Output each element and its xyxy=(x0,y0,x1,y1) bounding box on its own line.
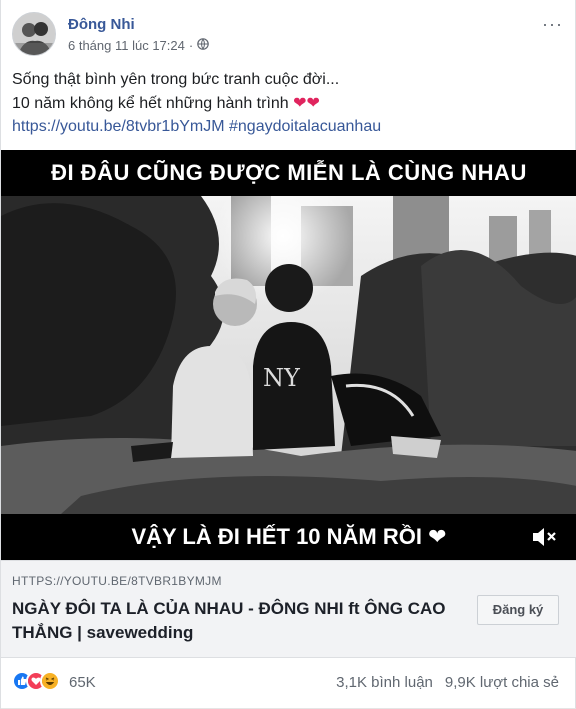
video-player[interactable]: ĐI ĐÂU CŨNG ĐƯỢC MIỄN LÀ CÙNG NHAU NY VẬ… xyxy=(1,150,576,560)
globe-icon xyxy=(197,38,210,53)
meta-separator: · xyxy=(188,38,194,53)
share-count[interactable]: 9,9K lượt chia sẻ xyxy=(445,674,559,691)
post-text-line-2: 10 năm không kể hết những hành trình ❤❤ xyxy=(12,92,562,116)
post-header: Đông Nhi 6 tháng 11 lúc 17:24 · ··· xyxy=(12,10,567,60)
post-text-line-1: Sống thật bình yên trong bức tranh cuộc … xyxy=(12,71,340,88)
reaction-count[interactable]: 65K xyxy=(69,674,96,691)
author-name[interactable]: Đông Nhi xyxy=(68,16,135,33)
link-domain: HTTPS://YOUTU.BE/8TVBR1BYMJM xyxy=(12,574,222,588)
haha-icon xyxy=(40,671,60,691)
video-frame: NY xyxy=(1,196,576,514)
subscribe-button[interactable]: Đăng ký xyxy=(477,595,559,625)
post-stats: 3,1K bình luận 9,9K lượt chia sẻ xyxy=(336,674,559,691)
reaction-icons[interactable] xyxy=(12,671,60,691)
avatar-image xyxy=(13,13,55,55)
post-text-line-2-body: 10 năm không kể hết những hành trình xyxy=(12,95,289,112)
heart-emoji-icon: ❤❤ xyxy=(293,95,320,112)
mute-icon[interactable] xyxy=(531,525,557,549)
video-caption-bottom: VẬY LÀ ĐI HẾT 10 NĂM RỒI ❤ xyxy=(1,514,576,560)
link-title[interactable]: NGÀY ĐÔI TA LÀ CỦA NHAU - ĐÔNG NHI ft ÔN… xyxy=(12,597,452,645)
post-card: Đông Nhi 6 tháng 11 lúc 17:24 · ··· Sống… xyxy=(0,0,576,709)
post-text: Sống thật bình yên trong bức tranh cuộc … xyxy=(12,68,562,116)
more-options-icon[interactable]: ··· xyxy=(542,14,563,35)
svg-text:NY: NY xyxy=(263,364,301,392)
video-caption-top: ĐI ĐÂU CŨNG ĐƯỢC MIỄN LÀ CÙNG NHAU xyxy=(1,150,576,196)
timestamp[interactable]: 6 tháng 11 lúc 17:24 xyxy=(68,38,185,53)
post-footer: 65K 3,1K bình luận 9,9K lượt chia sẻ xyxy=(1,658,576,709)
post-meta: 6 tháng 11 lúc 17:24 · xyxy=(68,38,210,53)
comment-count[interactable]: 3,1K bình luận xyxy=(336,674,433,691)
link-preview[interactable]: HTTPS://YOUTU.BE/8TVBR1BYMJM NGÀY ĐÔI TA… xyxy=(1,560,576,658)
post-link[interactable]: https://youtu.be/8tvbr1bYmJM #ngaydoital… xyxy=(12,118,381,136)
avatar[interactable] xyxy=(12,12,56,56)
